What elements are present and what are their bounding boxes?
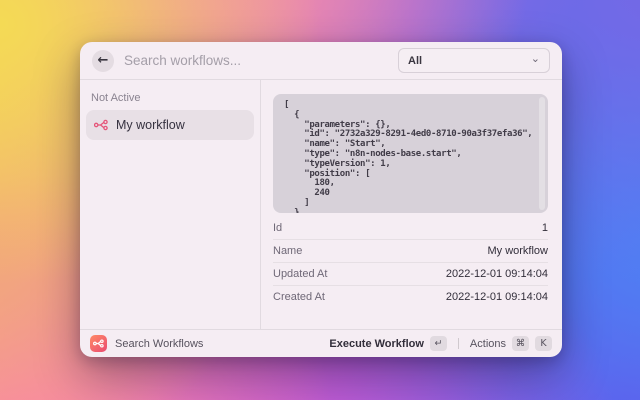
execute-workflow-button[interactable]: Execute Workflow ↵ — [329, 336, 447, 351]
metadata-label: Id — [273, 222, 282, 234]
command-key-icon: ⌘ — [512, 336, 529, 351]
execute-workflow-label: Execute Workflow — [329, 338, 424, 350]
k-key-icon: K — [535, 336, 552, 351]
chevron-down-icon: ⌄ — [531, 53, 540, 64]
metadata-row-created-at: Created At 2022-12-01 09:14:04 — [273, 285, 548, 308]
actions-label: Actions — [470, 338, 506, 350]
metadata-value: My workflow — [487, 245, 548, 257]
filter-dropdown-value: All — [408, 55, 422, 67]
metadata-label: Name — [273, 245, 302, 257]
footer-divider — [458, 338, 459, 349]
metadata-row-id: Id 1 — [273, 216, 548, 239]
actions-menu-button[interactable]: Actions ⌘ K — [470, 336, 552, 351]
list-item-label: My workflow — [116, 118, 185, 132]
window-body: Not Active My workflow [ { — [80, 80, 562, 329]
code-scrollbar[interactable] — [539, 97, 545, 210]
back-arrow-icon: ← — [98, 54, 109, 67]
metadata-value: 1 — [542, 222, 548, 234]
search-header: ← All ⌄ — [80, 42, 562, 80]
metadata-list: Id 1 Name My workflow Updated At 2022-12… — [273, 213, 548, 308]
metadata-value: 2022-12-01 09:14:04 — [446, 291, 548, 303]
workflow-list: Not Active My workflow — [80, 80, 261, 329]
metadata-label: Updated At — [273, 268, 327, 280]
return-key-icon: ↵ — [430, 336, 447, 351]
desktop-background: ← All ⌄ Not Active — [0, 0, 640, 400]
n8n-app-icon — [90, 335, 107, 352]
filter-dropdown[interactable]: All ⌄ — [398, 48, 550, 73]
workflow-nodes-icon — [94, 119, 108, 131]
detail-panel: [ { "parameters": {}, "id": "2732a329-82… — [261, 80, 562, 329]
metadata-label: Created At — [273, 291, 325, 303]
workflow-json-preview[interactable]: [ { "parameters": {}, "id": "2732a329-82… — [273, 94, 548, 213]
launcher-window: ← All ⌄ Not Active — [80, 42, 562, 357]
metadata-row-updated-at: Updated At 2022-12-01 09:14:04 — [273, 262, 548, 285]
search-input[interactable] — [124, 53, 388, 68]
workflow-json-code: [ { "parameters": {}, "id": "2732a329-82… — [273, 94, 548, 213]
back-button[interactable]: ← — [92, 50, 114, 72]
extension-name: Search Workflows — [115, 338, 321, 350]
list-item-my-workflow[interactable]: My workflow — [86, 110, 254, 140]
action-bar: Search Workflows Execute Workflow ↵ Acti… — [80, 329, 562, 357]
metadata-value: 2022-12-01 09:14:04 — [446, 268, 548, 280]
metadata-row-name: Name My workflow — [273, 239, 548, 262]
list-section-title: Not Active — [86, 85, 254, 110]
